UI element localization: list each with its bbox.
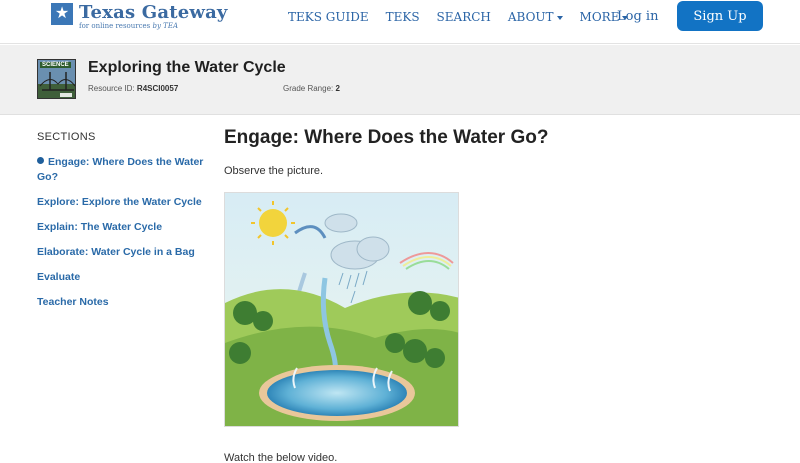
main-nav: TEKS GUIDE TEKS SEARCH ABOUT MORE <box>288 10 645 24</box>
nav-search[interactable]: SEARCH <box>437 10 491 24</box>
water-cycle-illustration <box>224 192 459 427</box>
sections-heading: SECTIONS <box>37 131 96 143</box>
resource-id: Resource ID: R4SCI0057 <box>88 84 179 93</box>
login-link[interactable]: Log in <box>617 9 658 24</box>
section-explore-link[interactable]: Explore: Explore the Water Cycle <box>37 195 207 210</box>
section-title: Engage: Where Does the Water Go? <box>224 127 549 148</box>
caret-down-icon <box>556 15 563 20</box>
nav-teks[interactable]: TEKS <box>386 10 420 24</box>
resource-title: Exploring the Water Cycle <box>88 59 286 76</box>
grade-range: Grade Range: 2 <box>283 84 340 93</box>
nav-teks-guide[interactable]: TEKS GUIDE <box>288 10 369 24</box>
logo-subtitle: for online resources by TEA <box>79 22 178 30</box>
section-explain-link[interactable]: Explain: The Water Cycle <box>37 220 207 235</box>
resource-header: SCIENCE Exploring the Water Cycle Resour… <box>0 45 800 115</box>
top-navigation-bar: ★ Texas Gateway for online resources by … <box>0 0 800 44</box>
nav-about[interactable]: ABOUT <box>508 10 563 24</box>
section-evaluate-link[interactable]: Evaluate <box>37 270 207 285</box>
observe-instruction: Observe the picture. <box>224 165 324 177</box>
logo-title: Texas Gateway <box>79 2 228 23</box>
sections-list: Engage: Where Does the Water Go? Explore… <box>37 155 207 320</box>
star-icon: ★ <box>51 3 73 25</box>
thumbnail-label: SCIENCE <box>40 62 71 68</box>
water-cycle-image <box>225 193 458 426</box>
section-teacher-notes-link[interactable]: Teacher Notes <box>37 295 207 310</box>
resource-thumbnail: SCIENCE <box>37 59 76 99</box>
texas-gateway-logo[interactable]: ★ Texas Gateway for online resources by … <box>51 3 228 30</box>
signup-button[interactable]: Sign Up <box>677 1 763 31</box>
section-elaborate-link[interactable]: Elaborate: Water Cycle in a Bag <box>37 245 207 260</box>
section-engage-link[interactable]: Engage: Where Does the Water Go? <box>37 155 207 185</box>
watch-video-instruction: Watch the below video. <box>224 452 338 463</box>
active-dot-icon <box>37 157 44 164</box>
